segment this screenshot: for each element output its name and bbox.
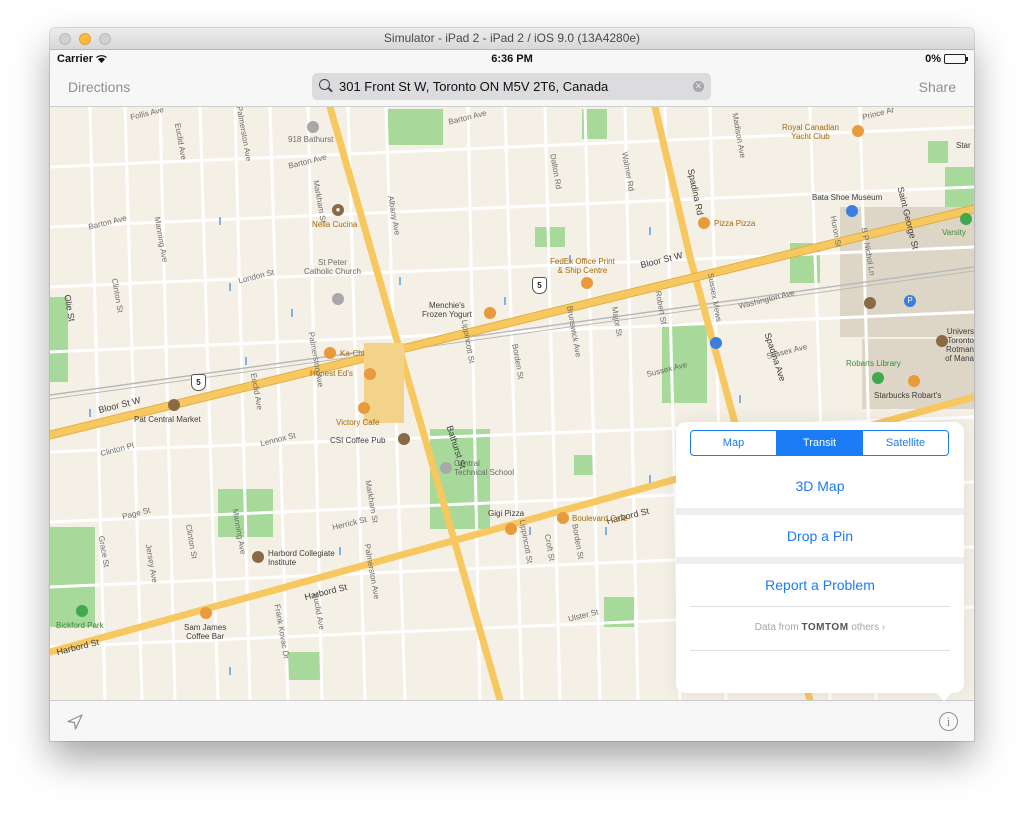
- battery-icon: [944, 54, 968, 64]
- poi-robarts-label: Robarts Library: [846, 359, 901, 368]
- maps-nav-bar: Directions 301 Front St W, Toronto ON M5…: [50, 68, 974, 107]
- church-icon[interactable]: [332, 293, 344, 305]
- poi-gigi-label: Gigi Pizza: [488, 509, 525, 518]
- restaurant-icon-boulevard[interactable]: [557, 512, 569, 524]
- popover-arrow: [935, 692, 953, 701]
- simulator-window: Simulator - iPad 2 - iPad 2 / iOS 9.0 (1…: [50, 28, 974, 741]
- window-title: Simulator - iPad 2 - iPad 2 / iOS 9.0 (1…: [383, 31, 641, 45]
- poi-uoft-label: Univers Toronto Rotman of Mana: [945, 327, 974, 363]
- shop-icon-fedex[interactable]: [581, 277, 593, 289]
- directions-button[interactable]: Directions: [68, 79, 130, 95]
- ios-status-bar: Carrier 6:36 PM 0%: [50, 50, 974, 68]
- report-problem-button[interactable]: Report a Problem: [676, 577, 964, 593]
- clear-search-icon[interactable]: ✕: [693, 81, 704, 92]
- poi-icon-campus[interactable]: [864, 297, 876, 309]
- poi-royal-label: Royal Canadian Yacht Club: [782, 123, 839, 141]
- poi-menchies-label: Menchie's Frozen Yogurt: [422, 301, 472, 319]
- location-arrow-icon[interactable]: [66, 713, 84, 731]
- poi-csi-label: CSI Coffee Pub: [330, 436, 386, 445]
- shop-icon-honest-eds[interactable]: [364, 368, 376, 380]
- poi-bickford-label: Bickford Park: [56, 621, 104, 630]
- parking-icon[interactable]: P: [904, 295, 916, 307]
- segment-map[interactable]: Map: [691, 431, 776, 455]
- popover-separator-2: [676, 557, 964, 564]
- poi-sam-james-label: Sam James Coffee Bar: [184, 623, 227, 641]
- poi-varsity-label: Varsity: [942, 228, 966, 237]
- poi-central-tech-label: Central Technical School: [454, 459, 515, 477]
- tomtom-logo: TOMTOM: [801, 622, 849, 633]
- park-icon-varsity[interactable]: [960, 213, 972, 225]
- restaurant-icon-kachi[interactable]: [324, 347, 336, 359]
- info-icon[interactable]: i: [939, 712, 958, 731]
- poi-st-peter-label: St Peter Catholic Church: [304, 258, 361, 276]
- poi-pizza-pizza-label: Pizza Pizza: [714, 219, 756, 228]
- club-icon-royal[interactable]: [852, 125, 864, 137]
- search-field[interactable]: 301 Front St W, Toronto ON M5V 2T6, Cana…: [312, 73, 711, 100]
- search-input[interactable]: 301 Front St W, Toronto ON M5V 2T6, Cana…: [339, 79, 608, 94]
- cafe-icon-sam-james[interactable]: [200, 607, 212, 619]
- restaurant-icon-gigi[interactable]: [505, 523, 517, 535]
- share-button[interactable]: Share: [919, 79, 956, 95]
- status-time: 6:36 PM: [491, 53, 533, 65]
- poi-honest-eds-label: Honest Ed's: [310, 369, 353, 378]
- battery-percent: 0%: [925, 53, 941, 65]
- map-type-segmented-control: Map Transit Satellite: [690, 430, 949, 456]
- search-icon: [319, 79, 330, 90]
- restaurant-icon-nella[interactable]: ●: [332, 204, 344, 216]
- park-icon-bickford[interactable]: [76, 605, 88, 617]
- window-titlebar: Simulator - iPad 2 - iPad 2 / iOS 9.0 (1…: [50, 28, 974, 50]
- poi-kachi-label: Ka-Chi: [340, 349, 365, 358]
- poi-pat-central-label: Pat Central Market: [134, 415, 201, 424]
- poi-star-label: Star: [956, 141, 971, 150]
- dessert-icon-menchies[interactable]: [484, 307, 496, 319]
- segment-transit[interactable]: Transit: [776, 431, 862, 455]
- cafe-icon-csi[interactable]: [398, 433, 410, 445]
- poi-victory-label: Victory Cafe: [336, 418, 380, 427]
- post-office-icon[interactable]: [710, 337, 722, 349]
- poi-918-bathurst-label: 918 Bathurst: [288, 135, 334, 144]
- popover-divider: [690, 606, 950, 607]
- poi-harbord-ci-label: Harbord Collegiate Institute: [268, 549, 335, 567]
- poi-fedex-label: FedEx Office Print & Ship Centre: [550, 257, 615, 275]
- restaurant-icon-pizza[interactable]: [698, 217, 710, 229]
- poi-starbucks-label: Starbucks Robart's: [874, 391, 942, 400]
- poi-nella-label: Nella Cucina: [312, 220, 358, 229]
- attribution-prefix: Data from: [754, 622, 799, 633]
- route-5-shield-icon: 5: [191, 374, 206, 391]
- popover-separator: [676, 508, 964, 515]
- bottom-toolbar: i: [50, 700, 974, 741]
- data-attribution-link[interactable]: Data from TOMTOM others ›: [676, 622, 964, 633]
- drop-pin-button[interactable]: Drop a Pin: [676, 528, 964, 544]
- route-5-shield-icon-east: 5: [532, 277, 547, 294]
- battery-indicator: 0%: [925, 53, 968, 65]
- attribution-suffix: others ›: [851, 622, 886, 633]
- popover-divider-2: [690, 650, 950, 651]
- poi-918-bathurst-icon[interactable]: [307, 121, 319, 133]
- museum-icon-bata[interactable]: [846, 205, 858, 217]
- 3d-map-button[interactable]: 3D Map: [676, 478, 964, 494]
- cafe-icon-victory[interactable]: [358, 402, 370, 414]
- school-icon-harbord-ci[interactable]: [252, 551, 264, 563]
- poi-bata-label: Bata Shoe Museum: [812, 193, 883, 202]
- library-icon-robarts[interactable]: [872, 372, 884, 384]
- segment-satellite[interactable]: Satellite: [862, 431, 948, 455]
- map-options-popover: Map Transit Satellite 3D Map Drop a Pin …: [676, 422, 964, 693]
- poi-boulevard-label: Boulevard Café: [572, 514, 628, 523]
- restaurant-icon-pat-central[interactable]: [168, 399, 180, 411]
- school-icon-central-tech[interactable]: [440, 462, 452, 474]
- cafe-icon-starbucks[interactable]: [908, 375, 920, 387]
